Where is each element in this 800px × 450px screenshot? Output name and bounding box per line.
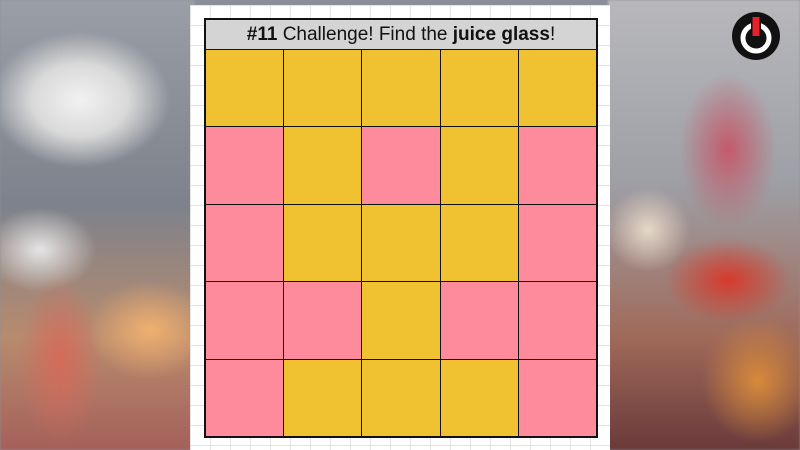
grid-cell-r3-c5[interactable]	[518, 204, 596, 282]
grid-cell-r2-c1[interactable]	[206, 127, 284, 204]
grid-cell-r5-c3[interactable]	[362, 359, 440, 436]
game-screen: #11 Challenge! Find the juice glass!	[0, 0, 800, 450]
background-art-left	[0, 0, 195, 450]
grid-cell-r1-c5[interactable]	[518, 50, 596, 127]
grid-cell-r5-c5[interactable]	[518, 359, 596, 436]
background-art-right	[608, 0, 800, 450]
grid-cell-r4-c2[interactable]	[284, 282, 362, 359]
grid-cell-r4-c5[interactable]	[518, 282, 596, 359]
grid-cell-r1-c4[interactable]	[440, 50, 518, 127]
grid-cell-r4-c1[interactable]	[206, 282, 284, 359]
grid-cell-r2-c2[interactable]	[284, 127, 362, 204]
grid-cell-r3-c1[interactable]	[206, 204, 284, 282]
power-icon	[730, 10, 782, 62]
grid-cell-r3-c2[interactable]	[284, 204, 362, 282]
grid-cell-r2-c3[interactable]	[362, 127, 440, 204]
challenge-suffix: !	[549, 23, 556, 45]
challenge-title: #11 Challenge! Find the juice glass!	[204, 18, 598, 50]
grid-cell-r4-c3[interactable]	[362, 282, 440, 359]
grid-cell-r1-c2[interactable]	[284, 50, 362, 127]
grid-cell-r2-c5[interactable]	[518, 127, 596, 204]
grid-cell-r3-c3[interactable]	[362, 204, 440, 282]
grid-cell-r5-c1[interactable]	[206, 359, 284, 436]
puzzle-grid	[204, 50, 598, 438]
grid-cell-r2-c4[interactable]	[440, 127, 518, 204]
challenge-prefix: Challenge! Find the	[277, 23, 453, 45]
grid-cell-r1-c1[interactable]	[206, 50, 284, 127]
grid-cell-r3-c4[interactable]	[440, 204, 518, 282]
grid-cell-r5-c4[interactable]	[440, 359, 518, 436]
grid-cell-r1-c3[interactable]	[362, 50, 440, 127]
grid-cell-r5-c2[interactable]	[284, 359, 362, 436]
challenge-number: #11	[246, 23, 278, 45]
challenge-target: juice glass	[452, 23, 550, 45]
grid-cell-r4-c4[interactable]	[440, 282, 518, 359]
